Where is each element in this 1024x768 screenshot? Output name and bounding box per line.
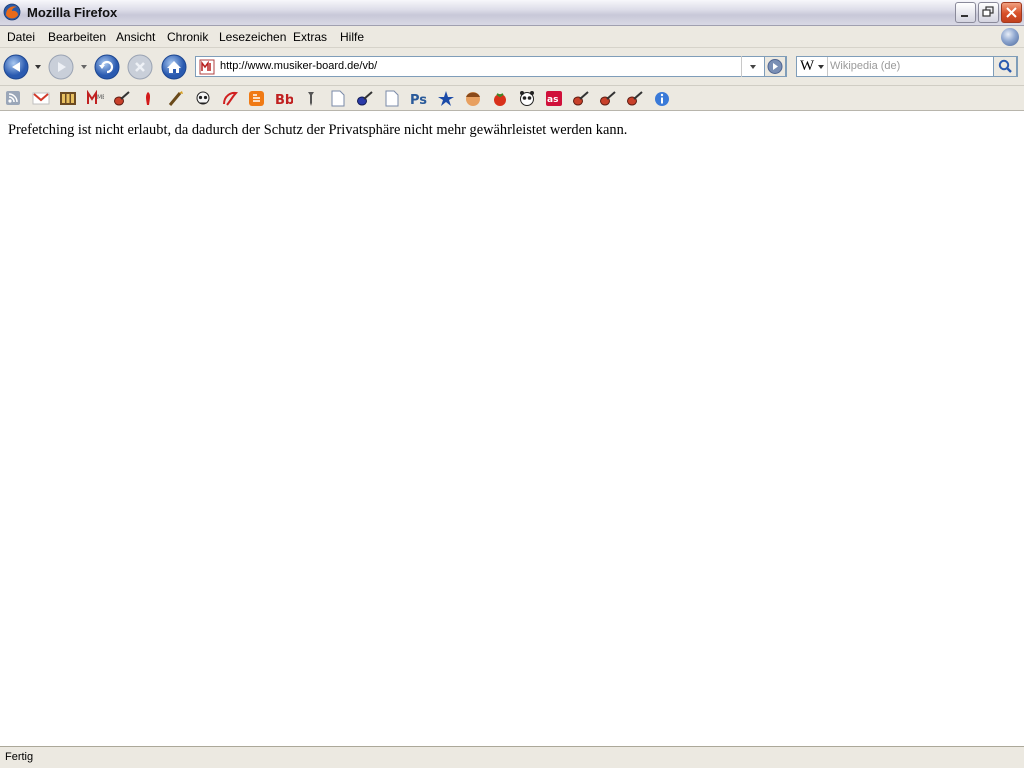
status-bar: Fertig: [0, 746, 1024, 768]
title-bar: Mozilla Firefox: [0, 0, 1024, 26]
svg-text:Ps: Ps: [410, 93, 427, 107]
page-message: Prefetching ist nicht erlaubt, da dadurc…: [8, 122, 628, 138]
guitar-blue-icon[interactable]: [356, 90, 374, 107]
menu-datei[interactable]: Datei: [7, 30, 35, 44]
svg-text:MB: MB: [97, 94, 104, 101]
face-icon[interactable]: [464, 90, 482, 107]
forward-history-dropdown-icon[interactable]: [80, 63, 88, 71]
browser-window: Mozilla Firefox Datei Bearbeiten Ansicht…: [0, 0, 1024, 768]
menu-chronik[interactable]: Chronik: [167, 30, 208, 44]
gmail-icon[interactable]: [32, 90, 50, 107]
menu-hilfe[interactable]: Hilfe: [340, 30, 364, 44]
panda-icon[interactable]: [518, 90, 536, 107]
svg-text:Bb: Bb: [275, 93, 293, 107]
site-favicon-icon: [199, 59, 215, 75]
lastfm-icon[interactable]: as: [545, 90, 563, 107]
home-icon[interactable]: [161, 54, 187, 80]
navigation-toolbar: http://www.musiker-board.de/vb/ W: [0, 48, 1024, 86]
url-history-dropdown-icon[interactable]: [741, 56, 764, 77]
page-icon[interactable]: [329, 90, 347, 107]
url-text[interactable]: http://www.musiker-board.de/vb/: [220, 60, 377, 72]
tomato-icon[interactable]: [491, 90, 509, 107]
menu-ansicht[interactable]: Ansicht: [116, 30, 155, 44]
wikipedia-icon: W: [800, 58, 815, 74]
stop-icon[interactable]: [127, 54, 153, 80]
menu-lesezeichen[interactable]: Lesezeichen: [219, 30, 286, 44]
search-input[interactable]: [830, 58, 990, 74]
restore-button[interactable]: [978, 2, 999, 23]
page-content: Prefetching ist nicht erlaubt, da dadurc…: [0, 111, 1024, 746]
search-icon: [998, 59, 1012, 73]
red-figure-icon[interactable]: [140, 90, 158, 107]
minimize-icon: [961, 15, 968, 17]
close-icon: [1006, 7, 1017, 18]
page-icon[interactable]: [383, 90, 401, 107]
mb-logo-icon[interactable]: MB: [86, 90, 104, 107]
window-title: Mozilla Firefox: [27, 5, 118, 20]
minimize-button[interactable]: [955, 2, 976, 23]
search-engine-selector[interactable]: W: [797, 57, 828, 76]
search-button[interactable]: [993, 56, 1017, 77]
photoshop-icon[interactable]: Ps: [410, 90, 428, 107]
film-strip-icon[interactable]: [59, 90, 77, 107]
guitar-icon[interactable]: [626, 90, 644, 107]
throbber-icon: [1001, 28, 1019, 46]
pin-icon[interactable]: [302, 90, 320, 107]
rss-icon[interactable]: [5, 90, 23, 107]
star-icon[interactable]: [437, 90, 455, 107]
menu-extras[interactable]: Extras: [293, 30, 327, 44]
address-bar[interactable]: http://www.musiker-board.de/vb/: [195, 56, 787, 77]
back-icon[interactable]: [3, 54, 29, 80]
reload-icon[interactable]: [94, 54, 120, 80]
status-text: Fertig: [5, 751, 34, 763]
guitar-icon[interactable]: [113, 90, 131, 107]
firefox-icon: [3, 3, 21, 21]
search-bar[interactable]: W: [796, 56, 1018, 77]
blogger-icon[interactable]: [248, 90, 266, 107]
go-icon: [767, 59, 783, 74]
bb-icon[interactable]: Bb: [275, 90, 293, 107]
info-icon[interactable]: [653, 90, 671, 107]
menu-bar: Datei Bearbeiten Ansicht Chronik Lesezei…: [0, 26, 1024, 48]
close-button[interactable]: [1001, 2, 1022, 23]
menu-bearbeiten[interactable]: Bearbeiten: [48, 30, 106, 44]
guitar-icon[interactable]: [572, 90, 590, 107]
swirl-icon[interactable]: [221, 90, 239, 107]
forward-icon[interactable]: [48, 54, 74, 80]
bookmarks-toolbar: MB Bb: [0, 86, 1024, 111]
guitar-icon[interactable]: [599, 90, 617, 107]
engine-dropdown-icon: [818, 65, 824, 69]
svg-text:as: as: [547, 95, 558, 105]
back-history-dropdown-icon[interactable]: [34, 63, 42, 71]
skull-icon[interactable]: [194, 90, 212, 107]
brush-icon[interactable]: [167, 90, 185, 107]
go-button[interactable]: [764, 56, 786, 77]
restore-icon: [982, 6, 994, 17]
